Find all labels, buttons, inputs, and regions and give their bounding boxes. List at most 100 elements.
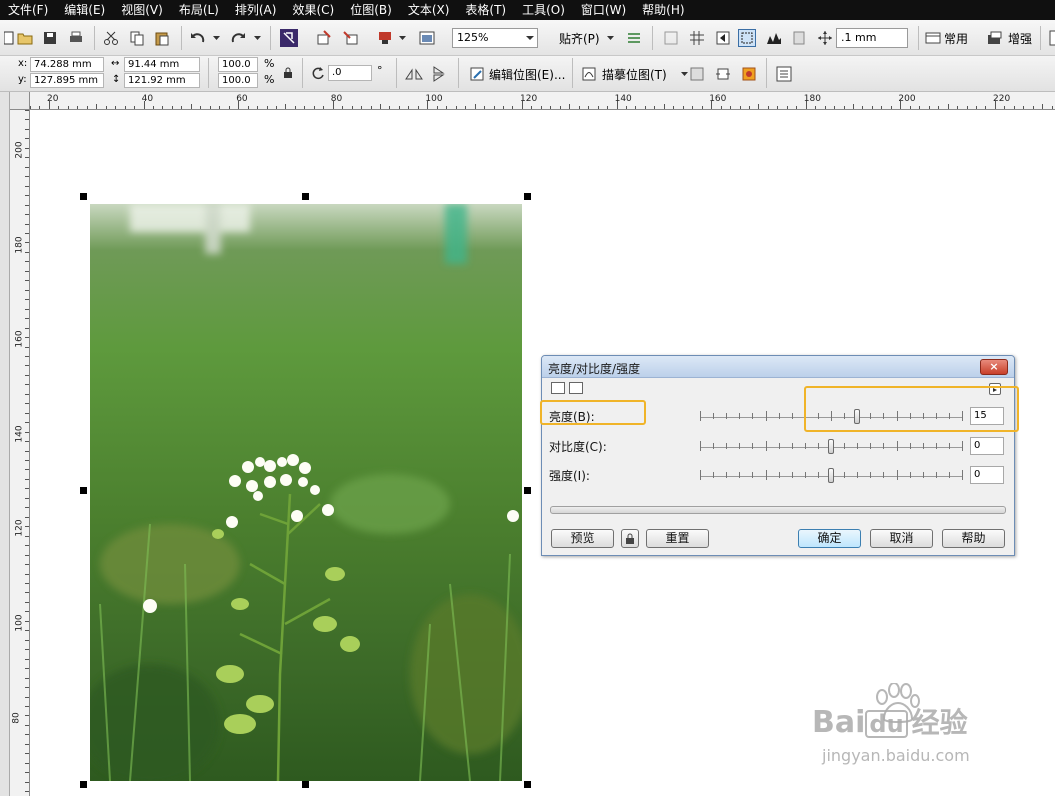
undo-dropdown-icon[interactable] (212, 29, 220, 47)
print-icon[interactable] (67, 29, 85, 47)
crop-left-icon[interactable] (714, 29, 732, 47)
cut-icon[interactable] (102, 29, 120, 47)
preview-button[interactable]: 预览 (551, 529, 614, 548)
common-workspace-icon[interactable] (924, 29, 942, 47)
import-icon[interactable] (316, 29, 334, 47)
application-launcher-icon[interactable] (418, 29, 436, 47)
dual-preview-toggle-icon[interactable] (569, 382, 583, 394)
dialog-close-button[interactable]: × (980, 359, 1008, 375)
publish-pdf-icon[interactable] (376, 29, 394, 47)
search-content-icon[interactable] (280, 29, 298, 47)
auto-preview-lock-button[interactable] (621, 529, 639, 548)
histogram-icon[interactable] (765, 29, 783, 47)
object-properties-icon[interactable] (775, 65, 793, 83)
h-ruler-tick (285, 104, 287, 109)
v-ruler-tick (25, 157, 29, 159)
preview-window-toggle-icon[interactable] (551, 382, 565, 394)
selection-handle-bottom-center[interactable] (302, 781, 309, 788)
menu-item[interactable]: 排列(A) (227, 0, 285, 20)
resample-icon[interactable] (714, 65, 732, 83)
publish-dropdown-icon[interactable] (398, 29, 406, 47)
welcome-screen-icon[interactable] (1045, 29, 1055, 47)
save-icon[interactable] (41, 29, 59, 47)
snap-to-menu[interactable]: 贴齐(P) (559, 30, 600, 47)
v-ruler-tick (25, 280, 29, 282)
nudge-distance-field[interactable]: .1 mm (836, 28, 908, 48)
edit-bitmap-button[interactable]: 编辑位图(E)... (489, 66, 565, 83)
slider-tick (791, 443, 793, 449)
selection-handle-top-right[interactable] (524, 193, 531, 200)
height-field[interactable]: 121.92 mm (124, 73, 200, 88)
cancel-button[interactable]: 取消 (870, 529, 933, 548)
wireframe-icon[interactable] (662, 29, 680, 47)
menu-item[interactable]: 位图(B) (342, 0, 400, 20)
menu-item[interactable]: 视图(V) (113, 0, 171, 20)
scale-y-field[interactable]: 100.0 (218, 73, 258, 88)
menu-item[interactable]: 文本(X) (400, 0, 458, 20)
paste-icon[interactable] (153, 29, 171, 47)
menu-item[interactable]: 表格(T) (457, 0, 514, 20)
horizontal-ruler[interactable]: 20 40 60 80 100 120 140 160 180 200 220 (30, 92, 1055, 110)
trace-bitmap-button[interactable]: 描摹位图(T) (602, 66, 667, 83)
menu-item[interactable]: 文件(F) (0, 0, 56, 20)
width-field[interactable]: 91.44 mm (124, 57, 200, 72)
ruler-corner[interactable] (10, 92, 30, 110)
redo-icon[interactable] (229, 29, 247, 47)
trace-dropdown-icon[interactable] (680, 65, 688, 83)
crop-bitmap-icon[interactable] (688, 65, 706, 83)
reset-button[interactable]: 重置 (646, 529, 709, 548)
h-ruler-tick (947, 104, 949, 109)
edit-bitmap-icon[interactable] (468, 65, 486, 83)
zoom-level-combo[interactable]: 125% (452, 28, 538, 48)
selection-handle-middle-right[interactable] (524, 487, 531, 494)
page-icon[interactable] (790, 29, 808, 47)
grid-icon[interactable] (688, 29, 706, 47)
menu-item[interactable]: 布局(L) (171, 0, 227, 20)
dialog-title-bar[interactable]: 亮度/对比度/强度 × (542, 356, 1014, 378)
contrast-value-field[interactable]: 0 (970, 437, 1004, 455)
undo-icon[interactable] (189, 29, 207, 47)
mirror-horizontal-icon[interactable] (405, 65, 423, 83)
common-workspace-label[interactable]: 常用 (944, 30, 968, 47)
selection-handle-top-center[interactable] (302, 193, 309, 200)
nudge-move-icon[interactable] (816, 29, 834, 47)
options-icon[interactable] (625, 29, 643, 47)
menu-item[interactable]: 效果(C) (284, 0, 342, 20)
menu-item[interactable]: 窗口(W) (573, 0, 634, 20)
selection-handle-bottom-left[interactable] (80, 781, 87, 788)
intensity-slider-thumb[interactable] (828, 468, 834, 483)
selection-handle-middle-left[interactable] (80, 487, 87, 494)
slider-tick (857, 443, 859, 449)
flower-photo[interactable] (90, 204, 522, 781)
open-folder-icon[interactable] (16, 29, 34, 47)
selection-handle-bottom-right[interactable] (524, 781, 531, 788)
snap-dropdown-icon[interactable] (606, 29, 614, 47)
selection-handle-top-left[interactable] (80, 193, 87, 200)
ok-button[interactable]: 确定 (798, 529, 861, 548)
vertical-ruler[interactable]: 200 180 160 140 120 100 80 (10, 110, 30, 796)
help-button[interactable]: 帮助 (942, 529, 1005, 548)
menu-item[interactable]: 帮助(H) (634, 0, 692, 20)
rotation-angle-field[interactable]: .0 (328, 65, 372, 81)
lock-ratio-icon[interactable] (281, 66, 295, 80)
mirror-vertical-icon[interactable] (431, 65, 449, 83)
menu-item[interactable]: 工具(O) (514, 0, 573, 20)
trace-bitmap-icon[interactable] (580, 65, 598, 83)
h-ruler-tick (1004, 106, 1006, 109)
copy-icon[interactable] (128, 29, 146, 47)
enhance-workspace-label[interactable]: 增强 (1008, 30, 1032, 47)
menu-item[interactable]: 编辑(E) (56, 0, 113, 20)
export-icon[interactable] (341, 29, 359, 47)
redo-dropdown-icon[interactable] (253, 29, 261, 47)
x-position-field[interactable]: 74.288 mm (30, 57, 104, 72)
v-ruler-tick (25, 232, 29, 234)
enhance-workspace-icon[interactable] (986, 29, 1004, 47)
bitmap-color-mask-icon[interactable] (740, 65, 758, 83)
y-position-field[interactable]: 127.895 mm (30, 73, 104, 88)
h-ruler-tick (644, 106, 646, 109)
intensity-value-field[interactable]: 0 (970, 466, 1004, 484)
scale-x-field[interactable]: 100.0 (218, 57, 258, 72)
bitmap-frame-icon[interactable] (738, 29, 756, 47)
slider-tick (935, 472, 937, 478)
contrast-slider-thumb[interactable] (828, 439, 834, 454)
